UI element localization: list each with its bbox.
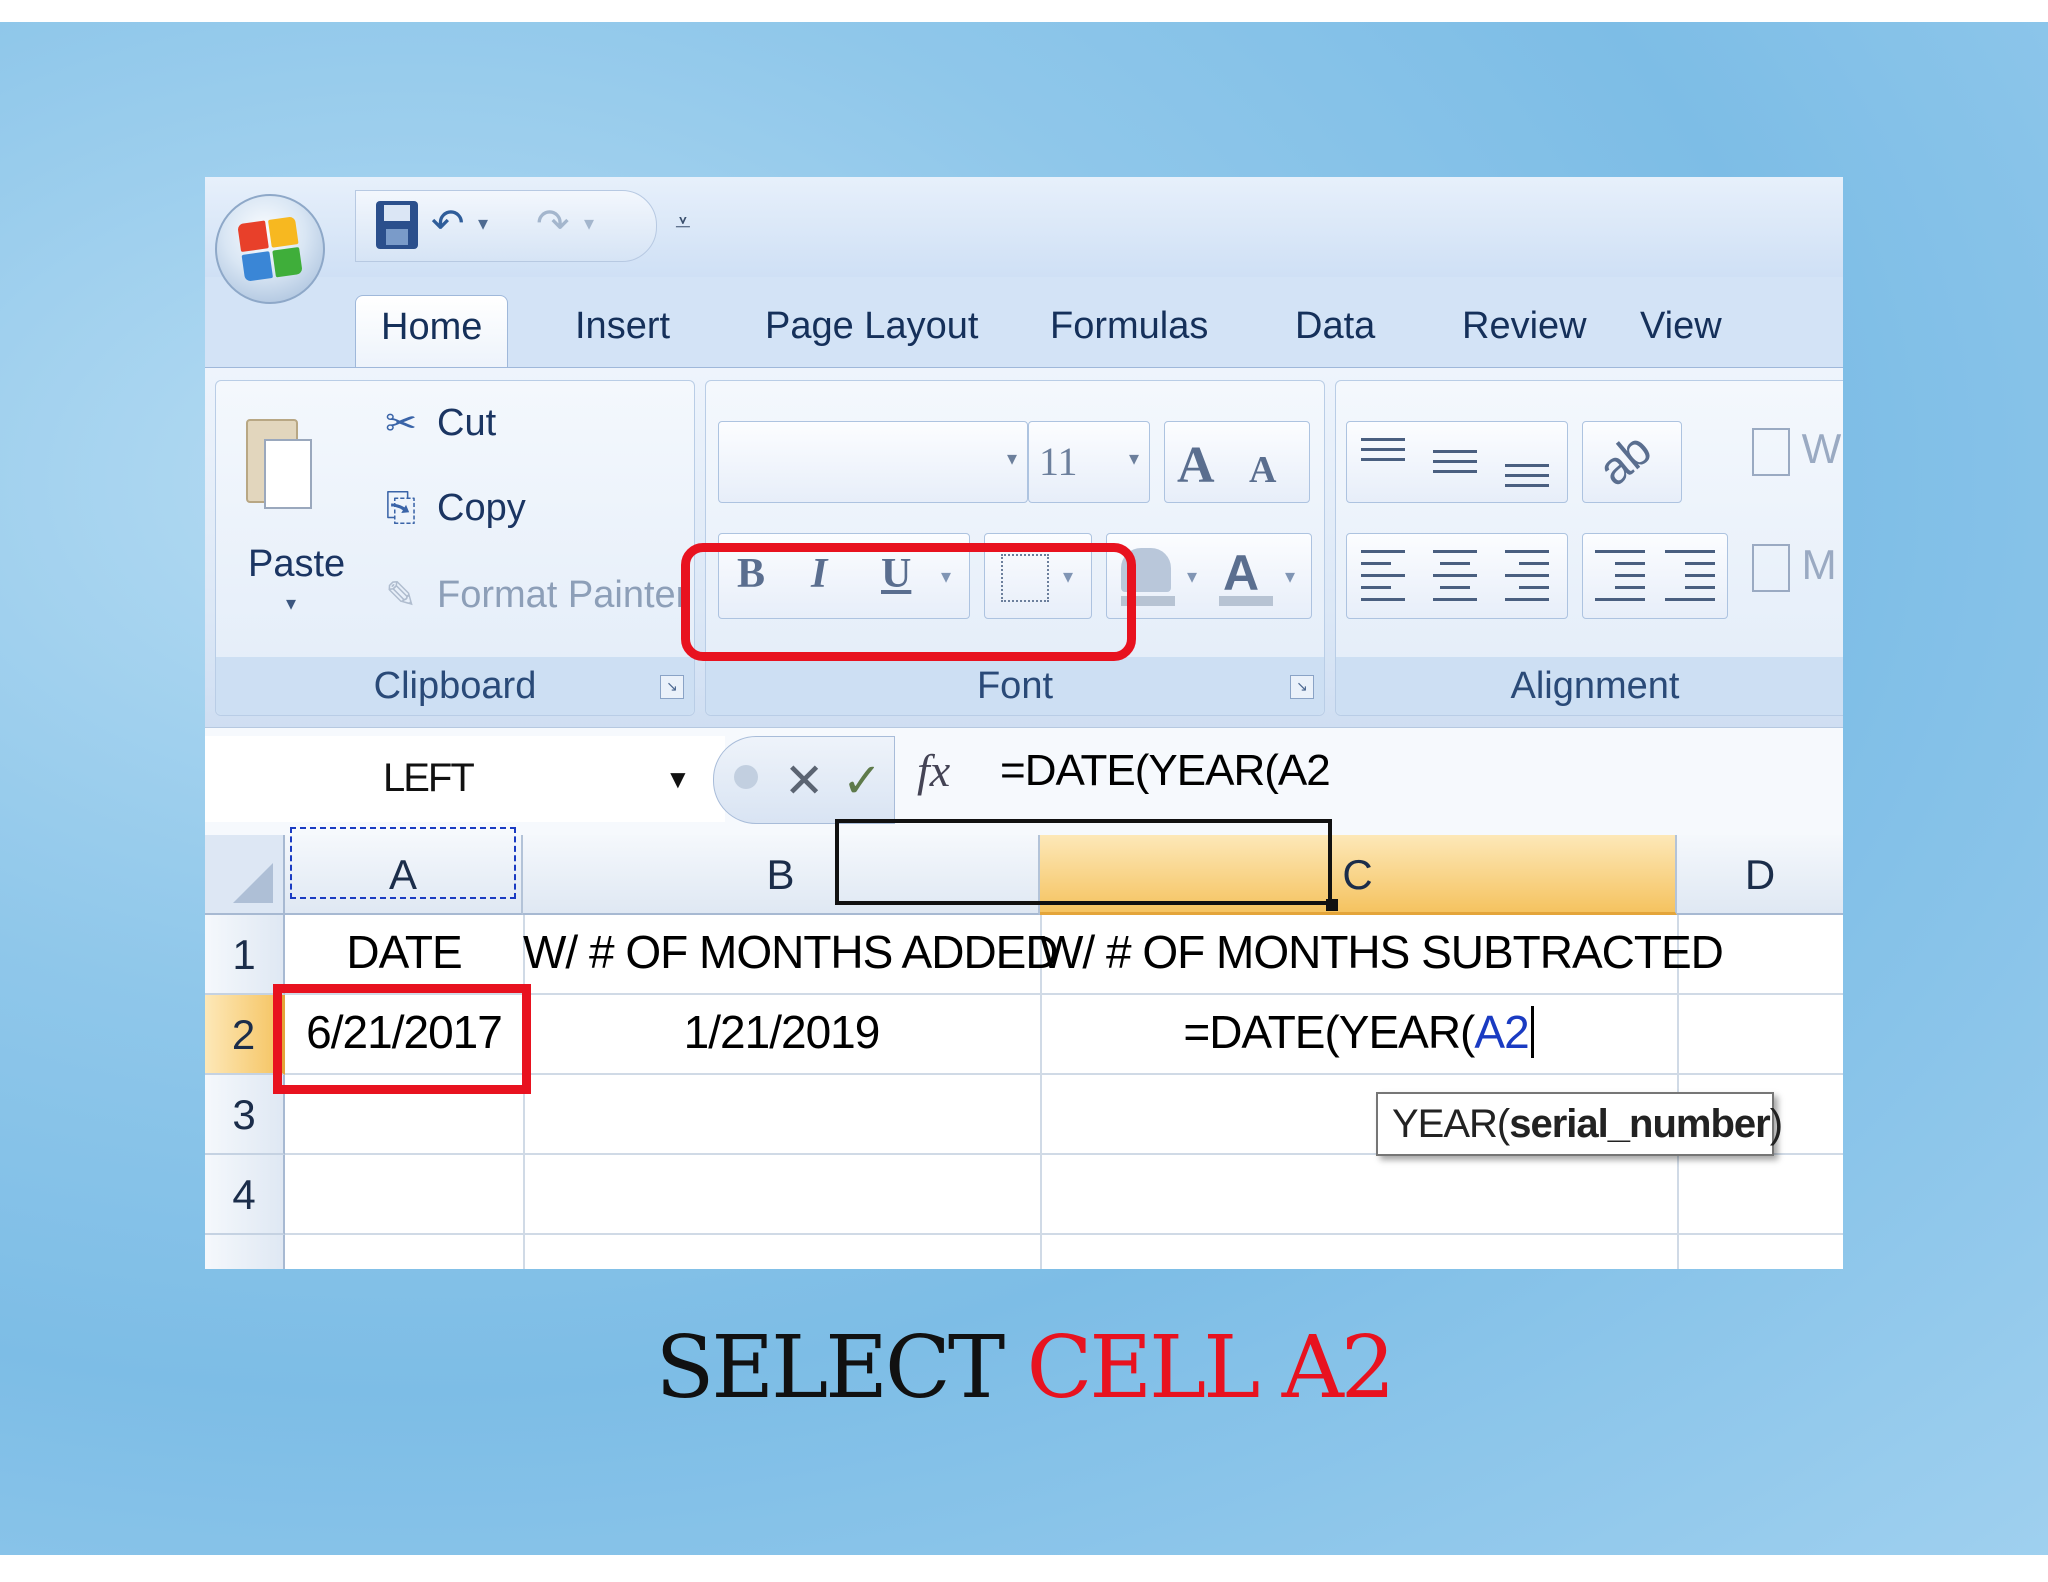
alignment-group: ab W M Alignment xyxy=(1335,380,1843,716)
row-header-5[interactable] xyxy=(205,1235,285,1269)
cell-b1[interactable]: W/ # OF MONTHS ADDED xyxy=(523,925,1059,979)
name-box-dropdown-icon[interactable]: ▼ xyxy=(665,764,691,795)
cut-button[interactable]: ✂ Cut xyxy=(381,401,496,446)
clipboard-launcher-icon[interactable]: ↘ xyxy=(660,675,684,699)
row-header-4[interactable]: 4 xyxy=(205,1155,285,1235)
increase-indent-icon[interactable] xyxy=(1665,548,1715,608)
undo-icon[interactable]: ↶ xyxy=(431,201,465,247)
copy-label: Copy xyxy=(437,487,526,529)
bottom-align-icon[interactable] xyxy=(1505,434,1549,490)
tab-review[interactable]: Review xyxy=(1437,295,1612,367)
enter-check-icon[interactable]: ✓ xyxy=(842,753,882,809)
formula-buttons: ✕ ✓ xyxy=(713,736,895,824)
merge-center-button[interactable]: M xyxy=(1752,541,1837,592)
tab-view[interactable]: View xyxy=(1615,295,1747,367)
grip-icon xyxy=(734,765,758,789)
font-launcher-icon[interactable]: ↘ xyxy=(1290,675,1314,699)
ribbon-tabs: Home Insert Page Layout Formulas Data Re… xyxy=(205,277,1843,368)
format-painter-label: Format Painter xyxy=(437,574,689,616)
quick-access-toolbar: ↶ ▾ ↷ ▾ xyxy=(355,190,657,262)
indent-buttons xyxy=(1582,533,1728,619)
function-tooltip: YEAR(serial_number) xyxy=(1376,1092,1783,1156)
font-size-select[interactable]: 11 ▾ xyxy=(1028,421,1150,503)
customize-qat-icon[interactable]: ⩡ xyxy=(675,207,691,240)
tab-home[interactable]: Home xyxy=(355,295,509,368)
caption-cell-a2: CELL A2 xyxy=(1026,1318,1396,1418)
cell-c2-formula: =DATE(YEAR( xyxy=(1183,1006,1475,1058)
font-size-value: 11 xyxy=(1039,439,1078,484)
scissors-icon: ✂ xyxy=(385,403,417,445)
merge-icon xyxy=(1752,543,1790,592)
orientation-button[interactable]: ab xyxy=(1582,421,1682,503)
tab-page-layout[interactable]: Page Layout xyxy=(740,295,1003,367)
align-right-icon[interactable] xyxy=(1505,548,1549,608)
tab-insert[interactable]: Insert xyxy=(550,295,695,367)
name-box[interactable]: LEFT ▼ xyxy=(205,736,725,822)
cancel-icon[interactable]: ✕ xyxy=(784,753,824,809)
paste-icon[interactable] xyxy=(246,409,312,513)
middle-align-icon[interactable] xyxy=(1433,434,1477,484)
insert-function-icon[interactable]: fx xyxy=(917,744,950,797)
decrease-indent-icon[interactable] xyxy=(1595,548,1645,608)
align-center-icon[interactable] xyxy=(1433,548,1477,608)
cell-c2-reference: A2 xyxy=(1474,1006,1534,1058)
cut-label: Cut xyxy=(437,402,497,444)
cell-b2[interactable]: 1/21/2019 xyxy=(523,1005,1040,1059)
cell-a2-highlight-box xyxy=(273,984,531,1094)
tab-formulas[interactable]: Formulas xyxy=(1025,295,1233,367)
font-name-select[interactable]: ▾ xyxy=(718,421,1028,503)
top-align-icon[interactable] xyxy=(1361,434,1405,484)
copy-button[interactable]: ⎘ Copy xyxy=(381,487,526,530)
a2-reference-marquee xyxy=(290,827,516,899)
align-left-icon[interactable] xyxy=(1361,548,1405,608)
clipboard-group-label: Clipboard xyxy=(216,657,694,715)
cell-c2[interactable]: =DATE(YEAR(A2 xyxy=(1040,1005,1677,1059)
horizontal-align-buttons xyxy=(1346,533,1568,619)
font-grow-shrink: A A xyxy=(1164,421,1310,503)
grow-font-button[interactable]: A xyxy=(1177,436,1215,495)
tab-data[interactable]: Data xyxy=(1270,295,1400,367)
undo-dropdown-icon[interactable]: ▾ xyxy=(478,211,488,236)
cell-a1[interactable]: DATE xyxy=(285,925,523,979)
office-logo-icon xyxy=(237,216,303,282)
font-group-label: Font xyxy=(706,657,1324,715)
paste-dropdown-icon[interactable]: ▾ xyxy=(286,591,296,616)
caption-select: SELECT xyxy=(655,1318,1005,1418)
tooltip-argument[interactable]: serial_number xyxy=(1509,1102,1770,1146)
orientation-icon: ab xyxy=(1588,422,1661,496)
formula-input[interactable]: =DATE(YEAR(A2 xyxy=(1000,746,1331,796)
wrap-text-button[interactable]: W xyxy=(1752,425,1841,476)
name-box-value: LEFT xyxy=(383,756,475,800)
font-color-button[interactable]: A xyxy=(1223,544,1259,602)
fill-font-color-buttons: ▾ A ▾ xyxy=(1106,533,1312,619)
title-bar: ↶ ▾ ↷ ▾ ⩡ xyxy=(205,177,1843,277)
shrink-font-button[interactable]: A xyxy=(1249,448,1276,492)
active-cell-border xyxy=(835,819,1332,905)
wrap-text-icon xyxy=(1752,427,1790,476)
vertical-align-buttons xyxy=(1346,421,1568,503)
clipboard-group: Paste ▾ ✂ Cut ⎘ Copy ✎ Format Painter Cl… xyxy=(215,380,695,716)
redo-icon[interactable]: ↷ xyxy=(536,201,570,247)
select-all-button[interactable] xyxy=(205,835,285,915)
fill-handle[interactable] xyxy=(1326,899,1338,911)
font-name-dropdown-icon: ▾ xyxy=(1006,448,1017,470)
font-size-dropdown-icon: ▾ xyxy=(1128,448,1139,470)
redo-dropdown-icon[interactable]: ▾ xyxy=(584,211,594,236)
column-header-d[interactable]: D xyxy=(1677,835,1843,915)
copy-icon: ⎘ xyxy=(385,487,417,529)
save-icon[interactable] xyxy=(376,201,418,249)
format-painter-button[interactable]: ✎ Format Painter xyxy=(381,573,688,618)
paintbrush-icon: ✎ xyxy=(385,575,417,617)
row-header-1[interactable]: 1 xyxy=(205,915,285,995)
office-button[interactable] xyxy=(215,194,325,304)
instruction-caption: SELECT CELL A2 xyxy=(0,1318,2048,1418)
paste-button[interactable]: Paste xyxy=(248,543,345,586)
formula-highlight-box xyxy=(681,543,1136,661)
cell-c1[interactable]: W/ # OF MONTHS SUBTRACTED xyxy=(1040,925,1724,979)
alignment-group-label: Alignment xyxy=(1336,657,1843,715)
